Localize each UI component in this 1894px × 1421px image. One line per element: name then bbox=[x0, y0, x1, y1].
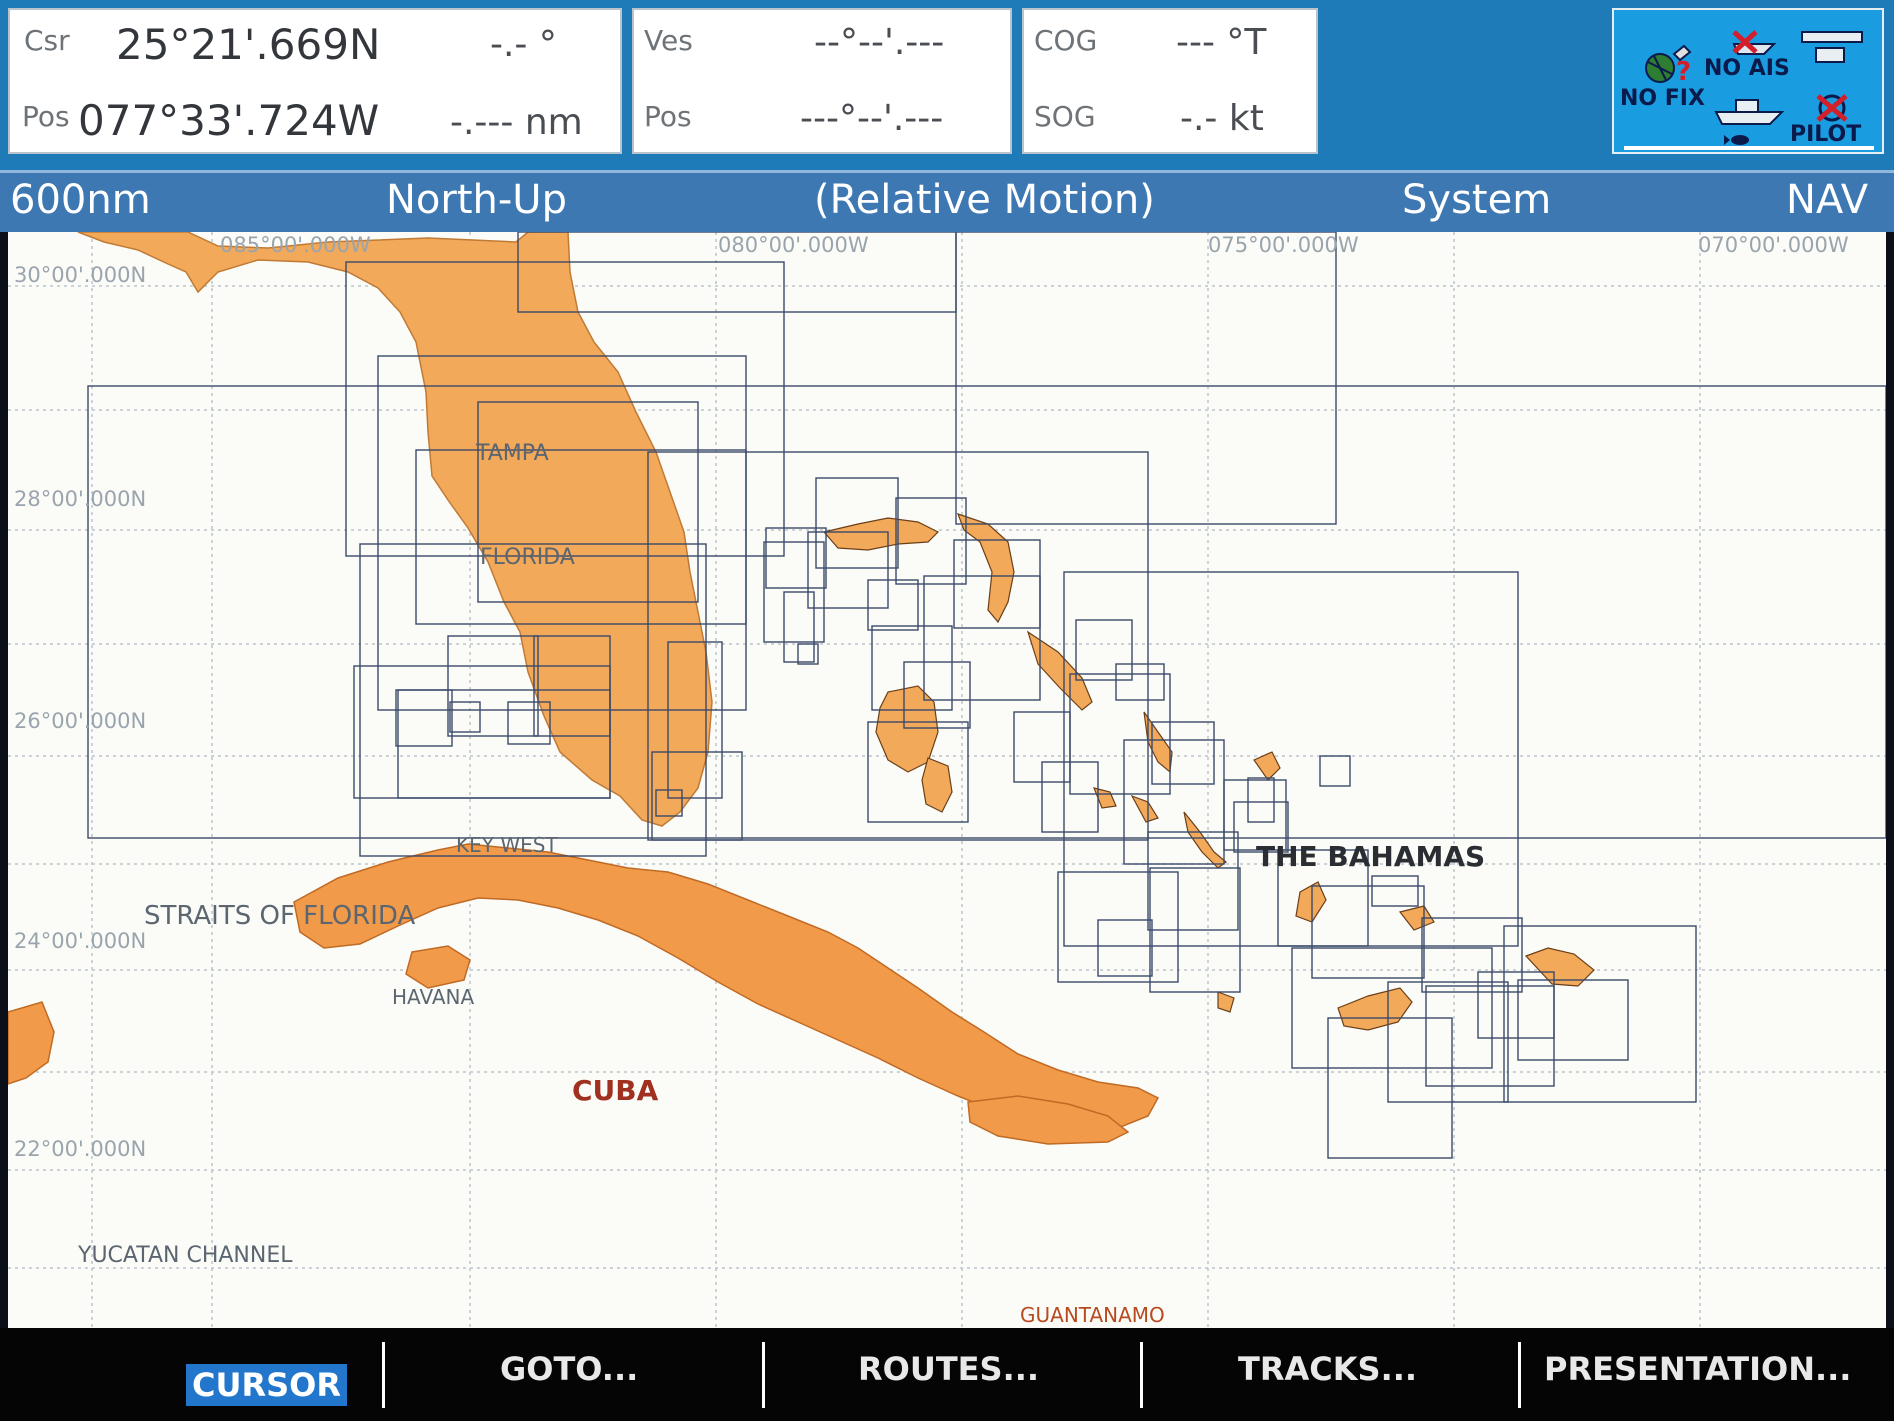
pilot-wheel-icon bbox=[1816, 94, 1848, 122]
chart-canvas[interactable]: 085°00'.000W 080°00'.000W 075°00'.000W 0… bbox=[8, 232, 1886, 1328]
florida-land bbox=[77, 232, 713, 827]
motion-mode[interactable]: (Relative Motion) bbox=[814, 177, 1155, 223]
cog-label: COG bbox=[1034, 24, 1098, 57]
place-the-bahamas: THE BAHAMAS bbox=[1256, 840, 1485, 873]
place-guantanamo: GUANTANAMO bbox=[1020, 1303, 1165, 1327]
cursor-longitude: 077°33'.724W bbox=[78, 96, 380, 145]
lat-label-22n: 22°00'.000N bbox=[14, 1137, 146, 1161]
softkey-divider bbox=[1140, 1342, 1143, 1408]
place-havana: HAVANA bbox=[392, 985, 474, 1009]
lon-label-70w: 070°00'.000W bbox=[1698, 233, 1849, 257]
place-florida: FLORIDA bbox=[480, 545, 575, 570]
no-fix-label: NO FIX bbox=[1620, 86, 1705, 111]
place-straits-of-florida: STRAITS OF FLORIDA bbox=[144, 901, 415, 931]
status-panel[interactable]: ? NO AIS NO FIX PILOT bbox=[1612, 8, 1884, 154]
pilot-label: PILOT bbox=[1790, 122, 1862, 147]
sog-label: SOG bbox=[1034, 100, 1096, 133]
place-yucatan-channel: YUCATAN CHANNEL bbox=[77, 1243, 293, 1268]
softkey-bar: CURSOR GOTO... ROUTES... TRACKS... PRESE… bbox=[0, 1328, 1894, 1421]
cursor-position-panel: Csr 25°21'.669N -.- ° Pos 077°33'.724W -… bbox=[8, 8, 622, 154]
lon-label-85w: 085°00'.000W bbox=[220, 233, 371, 257]
chart-cells bbox=[87, 232, 1886, 1159]
routes-softkey[interactable]: ROUTES... bbox=[858, 1350, 1039, 1388]
place-names: TAMPA FLORIDA KEY WEST STRAITS OF FLORID… bbox=[77, 441, 1485, 1327]
nav-mode-label[interactable]: NAV bbox=[1786, 177, 1868, 223]
vessel-icon bbox=[1714, 99, 1785, 125]
yucatan-coast bbox=[8, 1001, 55, 1085]
data-bar: Csr 25°21'.669N -.- ° Pos 077°33'.724W -… bbox=[0, 0, 1894, 170]
ais-boat-icon bbox=[1732, 30, 1777, 55]
vessel-longitude: ---°--'.--- bbox=[800, 98, 944, 139]
course-speed-panel: COG --- °T SOG -.- kt bbox=[1022, 8, 1318, 154]
datum-label[interactable]: System bbox=[1402, 177, 1551, 223]
presentation-softkey[interactable]: PRESENTATION... bbox=[1544, 1350, 1851, 1388]
softkey-divider bbox=[762, 1342, 765, 1408]
csr-label: Csr bbox=[24, 24, 70, 57]
lat-label-24n: 24°00'.000N bbox=[14, 929, 146, 953]
orientation-mode[interactable]: North-Up bbox=[386, 177, 567, 223]
lat-label-30n: 30°00'.000N bbox=[14, 263, 146, 287]
no-ais-label: NO AIS bbox=[1704, 56, 1790, 81]
vessel-position-panel: Ves --°--'.--- Pos ---°--'.--- bbox=[632, 8, 1012, 154]
lon-label-75w: 075°00'.000W bbox=[1208, 233, 1359, 257]
dish-icon bbox=[1801, 31, 1863, 63]
chart-view[interactable]: 085°00'.000W 080°00'.000W 075°00'.000W 0… bbox=[8, 232, 1886, 1328]
vessel-latitude: --°--'.--- bbox=[814, 22, 945, 63]
vessel-pos-label: Pos bbox=[644, 100, 692, 133]
ves-label: Ves bbox=[644, 24, 693, 57]
lat-label-28n: 28°00'.000N bbox=[14, 487, 146, 511]
lat-label-26n: 26°00'.000N bbox=[14, 709, 146, 733]
sog-value: -.- kt bbox=[1180, 98, 1264, 139]
no-fix-question-icon: ? bbox=[1676, 57, 1691, 87]
range-scale[interactable]: 600nm bbox=[10, 177, 151, 223]
softkey-divider bbox=[1518, 1342, 1521, 1408]
cursor-bearing: -.- ° bbox=[490, 24, 557, 65]
cog-value: --- °T bbox=[1176, 22, 1267, 63]
fish-icon bbox=[1724, 135, 1749, 145]
goto-softkey[interactable]: GOTO... bbox=[500, 1350, 638, 1388]
pos-label: Pos bbox=[22, 100, 70, 133]
chart-header-bar: 600nm North-Up (Relative Motion) System … bbox=[0, 170, 1894, 232]
place-key-west: KEY WEST bbox=[456, 833, 558, 857]
cursor-latitude: 25°21'.669N bbox=[116, 20, 381, 69]
isle-of-youth bbox=[405, 945, 471, 989]
lon-label-80w: 080°00'.000W bbox=[718, 233, 869, 257]
cursor-range: -.--- nm bbox=[450, 102, 583, 143]
tracks-softkey[interactable]: TRACKS... bbox=[1238, 1350, 1417, 1388]
cursor-softkey[interactable]: CURSOR bbox=[186, 1364, 347, 1406]
place-tampa: TAMPA bbox=[475, 441, 549, 466]
bahamas-islands bbox=[822, 513, 1595, 1031]
softkey-divider bbox=[382, 1342, 385, 1408]
svg-text:?: ? bbox=[1676, 57, 1691, 87]
place-cuba: CUBA bbox=[572, 1074, 659, 1107]
